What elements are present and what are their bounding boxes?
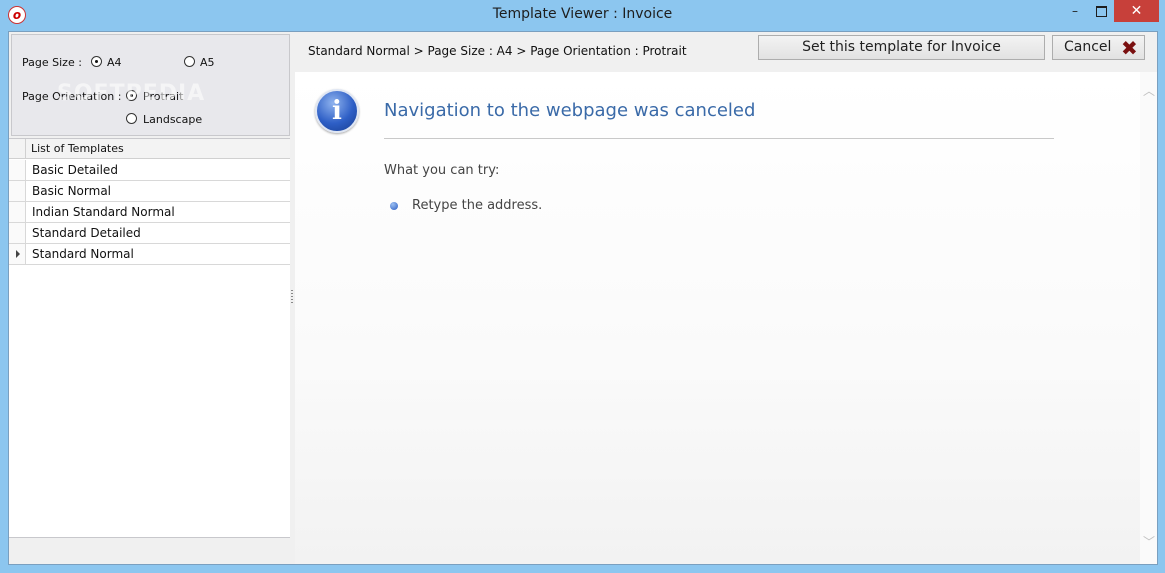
template-row[interactable]: Standard Detailed [9, 223, 290, 244]
app-logo-icon[interactable]: o [8, 6, 26, 24]
page-size-label: Page Size : [22, 56, 82, 69]
try-label: What you can try: [384, 163, 500, 178]
row-header[interactable] [9, 181, 26, 201]
cancel-label[interactable]: Cancel [1064, 39, 1111, 55]
cancel-button[interactable]: Cancel ✖ [1052, 35, 1145, 60]
row-header[interactable] [9, 244, 26, 264]
page-size-a5-label[interactable]: A5 [200, 56, 215, 69]
orientation-portrait-label[interactable]: Protrait [143, 90, 183, 103]
orientation-landscape-label[interactable]: Landscape [143, 113, 202, 126]
bullet-icon [390, 202, 398, 210]
suggestion-retype: Retype the address. [412, 198, 543, 213]
template-name[interactable]: Standard Normal [32, 247, 134, 261]
current-row-arrow-icon [16, 250, 20, 258]
set-template-button[interactable]: Set this template for Invoice [758, 35, 1045, 60]
page-size-a4-radio[interactable] [91, 56, 102, 67]
template-row[interactable]: Basic Detailed [9, 160, 290, 181]
minimize-button[interactable]: – [1062, 0, 1088, 22]
orientation-landscape-radio[interactable] [126, 113, 137, 124]
vertical-scrollbar[interactable]: ︿ ﹀ [1140, 72, 1157, 564]
row-header-corner [9, 139, 26, 159]
error-title: Navigation to the webpage was canceled [384, 100, 756, 121]
title-bar[interactable]: o Template Viewer : Invoice – ✕ [0, 0, 1165, 31]
template-list-header: List of Templates [9, 139, 290, 159]
row-header[interactable] [9, 160, 26, 180]
splitter-grip-icon[interactable] [291, 290, 293, 304]
template-name[interactable]: Standard Detailed [32, 226, 141, 240]
maximize-button[interactable] [1088, 0, 1114, 22]
scroll-down-icon[interactable]: ﹀ [1143, 533, 1155, 550]
options-panel: Page Size : A4 A5 Page Orientation : Pro… [11, 34, 290, 136]
template-row-selected[interactable]: Standard Normal [9, 244, 290, 265]
breadcrumb: Standard Normal > Page Size : A4 > Page … [308, 44, 687, 58]
template-name[interactable]: Basic Normal [32, 184, 111, 198]
cancel-x-icon[interactable]: ✖ [1121, 36, 1138, 60]
close-button[interactable]: ✕ [1114, 0, 1159, 22]
column-header-templates[interactable]: List of Templates [31, 142, 124, 155]
template-preview-browser[interactable]: i Navigation to the webpage was canceled… [295, 72, 1157, 564]
page-orientation-label: Page Orientation : [22, 90, 122, 103]
maximize-icon [1095, 6, 1107, 17]
page-size-a4-label[interactable]: A4 [107, 56, 122, 69]
row-header[interactable] [9, 223, 26, 243]
divider [384, 138, 1054, 139]
row-header[interactable] [9, 202, 26, 222]
info-icon: i [315, 89, 359, 133]
window-title: Template Viewer : Invoice [492, 6, 673, 22]
info-glyph: i [332, 96, 342, 126]
template-row[interactable]: Indian Standard Normal [9, 202, 290, 223]
scroll-up-icon[interactable]: ︿ [1143, 82, 1155, 99]
grid-footer [9, 537, 290, 564]
page-size-a5-radio[interactable] [184, 56, 195, 67]
template-list: List of Templates Basic Detailed Basic N… [9, 138, 290, 537]
template-name[interactable]: Indian Standard Normal [32, 205, 175, 219]
template-row[interactable]: Basic Normal [9, 181, 290, 202]
orientation-portrait-radio[interactable] [126, 90, 137, 101]
template-viewer-window: o Template Viewer : Invoice – ✕ Page Siz… [0, 0, 1165, 573]
template-name[interactable]: Basic Detailed [32, 163, 118, 177]
client-area: Page Size : A4 A5 Page Orientation : Pro… [8, 31, 1158, 565]
